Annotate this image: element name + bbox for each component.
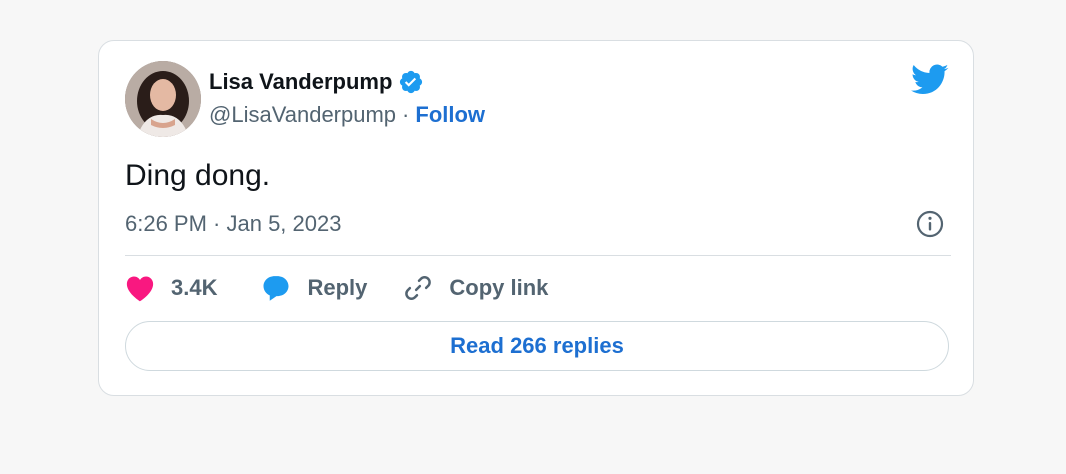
link-icon [405,276,432,300]
author-name[interactable]: Lisa Vanderpump [209,69,392,95]
speech-bubble-icon [263,276,289,301]
read-replies-button[interactable]: Read 266 replies [125,321,949,371]
author-handle[interactable]: @LisaVanderpump [209,102,396,128]
tweet-text: Ding dong. [125,159,271,192]
copy-link-label: Copy link [449,275,549,300]
divider [125,255,951,256]
author-name-row: Lisa Vanderpump [209,69,424,95]
action-bar: 3.4K Reply Copy link [125,273,548,303]
twitter-bird-icon[interactable] [911,63,949,97]
avatar[interactable] [125,61,201,137]
tweet-timestamp[interactable]: 6:26 PM · Jan 5, 2023 [125,211,341,237]
author-handle-row: @LisaVanderpump · Follow [209,102,485,128]
handle-separator: · [402,102,410,127]
info-icon[interactable] [915,209,945,239]
heart-icon [126,276,154,302]
copy-link-button[interactable]: Copy link [403,273,548,303]
likes-count: 3.4K [171,275,218,300]
tweet-card: Lisa Vanderpump @LisaVanderpump · Follow… [98,40,974,396]
verified-badge-icon [398,69,424,95]
reply-button[interactable]: Reply [261,274,367,302]
reply-label: Reply [307,275,368,300]
follow-button[interactable]: Follow [415,102,485,128]
like-button[interactable]: 3.4K [125,274,217,302]
